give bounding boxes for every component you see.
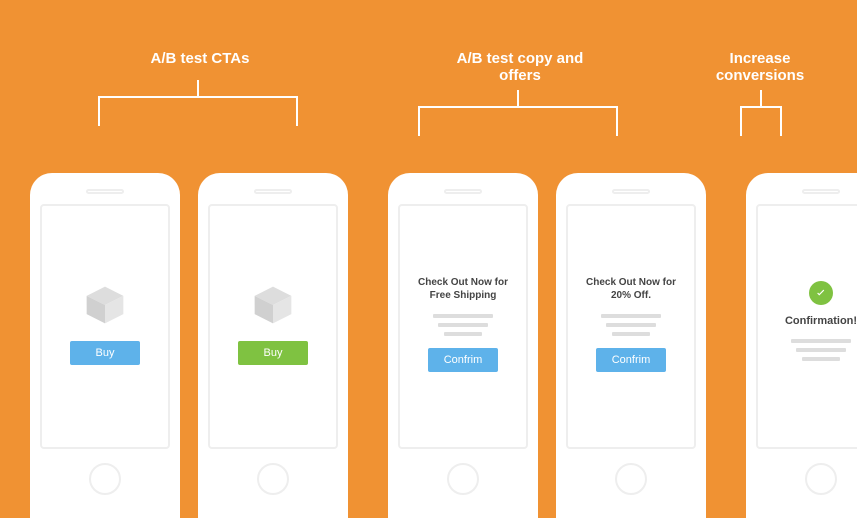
- text-lines-placeholder: [791, 339, 851, 361]
- box-icon: [251, 283, 295, 327]
- home-button-icon: [89, 463, 121, 495]
- phone-speaker: [612, 189, 650, 194]
- phone-speaker: [802, 189, 840, 194]
- home-button-icon: [257, 463, 289, 495]
- box-icon: [83, 283, 127, 327]
- bracket-group-2: [418, 106, 618, 136]
- confirmation-text: Confirmation!: [785, 315, 857, 327]
- label-increase-conversions: Increase conversions: [700, 50, 820, 84]
- phone-screen: Buy: [40, 204, 170, 449]
- buy-button[interactable]: Buy: [238, 341, 308, 365]
- text-lines-placeholder: [601, 314, 661, 336]
- phone-screen: Buy: [208, 204, 338, 449]
- phone-row: Buy Buy Check Out Now for Free Shipping: [0, 173, 857, 518]
- phone-screen: Check Out Now for 20% Off. Confrim: [566, 204, 696, 449]
- phone-variant-a-cta: Buy: [30, 173, 180, 518]
- confirm-button[interactable]: Confrim: [428, 348, 498, 372]
- phone-variant-b-copy: Check Out Now for 20% Off. Confrim: [556, 173, 706, 518]
- label-ab-test-ctas: A/B test CTAs: [120, 50, 280, 67]
- home-button-icon: [805, 463, 837, 495]
- phone-conversion: Confirmation!: [746, 173, 857, 518]
- bracket-group-1: [98, 96, 298, 126]
- offer-headline: Check Out Now for Free Shipping: [410, 276, 516, 302]
- phone-variant-a-copy: Check Out Now for Free Shipping Confrim: [388, 173, 538, 518]
- phone-screen: Check Out Now for Free Shipping Confrim: [398, 204, 528, 449]
- text-lines-placeholder: [433, 314, 493, 336]
- phone-speaker: [444, 189, 482, 194]
- label-ab-test-copy: A/B test copy and offers: [440, 50, 600, 84]
- home-button-icon: [615, 463, 647, 495]
- bracket-group-3: [740, 106, 782, 136]
- confirm-button[interactable]: Confrim: [596, 348, 666, 372]
- offer-headline: Check Out Now for 20% Off.: [578, 276, 684, 302]
- phone-variant-b-cta: Buy: [198, 173, 348, 518]
- home-button-icon: [447, 463, 479, 495]
- check-icon: [809, 281, 833, 305]
- buy-button[interactable]: Buy: [70, 341, 140, 365]
- phone-speaker: [86, 189, 124, 194]
- phone-speaker: [254, 189, 292, 194]
- phone-screen: Confirmation!: [756, 204, 857, 449]
